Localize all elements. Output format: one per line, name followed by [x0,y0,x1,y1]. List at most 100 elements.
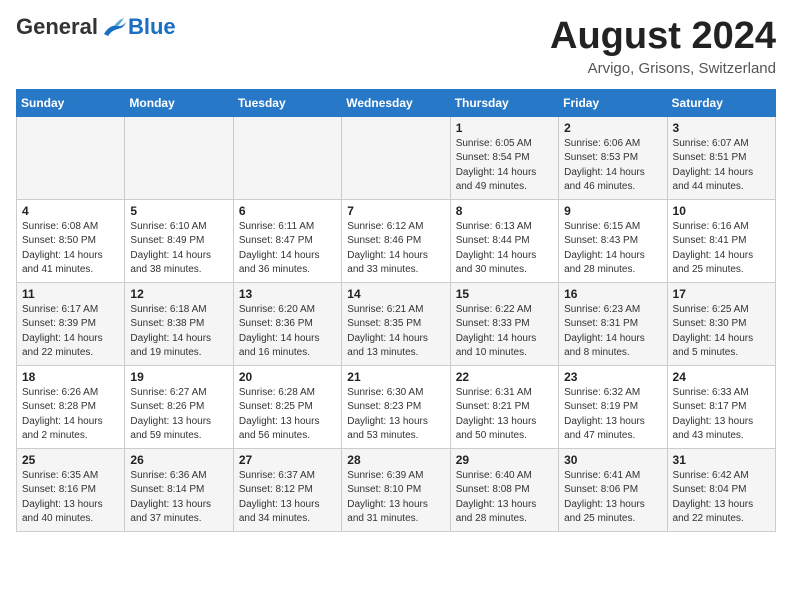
day-number: 26 [130,453,227,467]
calendar-cell: 18 Sunrise: 6:26 AMSunset: 8:28 PMDayligh… [17,365,125,448]
day-info: Sunrise: 6:40 AMSunset: 8:08 PMDaylight:… [456,469,553,527]
day-info: Sunrise: 6:27 AMSunset: 8:26 PMDaylight:… [130,386,227,444]
calendar-week-row: 25 Sunrise: 6:35 AMSunset: 8:16 PMDayligh… [17,448,776,531]
calendar-cell: 7Sunrise: 6:12 AMSunset: 8:46 PMDaylight… [342,199,450,282]
day-number: 5 [130,204,227,218]
day-number: 14 [347,287,444,301]
day-number: 4 [22,204,119,218]
day-number: 12 [130,287,227,301]
calendar-week-row: 1 Sunrise: 6:05 AMSunset: 8:54 PMDaylight… [17,116,776,199]
day-info: Sunrise: 6:21 AMSunset: 8:35 PMDaylight:… [347,303,444,361]
calendar-cell: 27 Sunrise: 6:37 AMSunset: 8:12 PMDayligh… [233,448,341,531]
calendar-cell: 1 Sunrise: 6:05 AMSunset: 8:54 PMDaylight… [450,116,558,199]
header: General Blue August 2024 Arvigo, Grisons… [16,16,776,77]
day-info: Sunrise: 6:32 AMSunset: 8:19 PMDaylight:… [564,386,661,444]
calendar-cell: 31 Sunrise: 6:42 AMSunset: 8:04 PMDayligh… [667,448,775,531]
location-subtitle: Arvigo, Grisons, Switzerland [550,60,776,77]
day-number: 19 [130,370,227,384]
day-number: 20 [239,370,336,384]
day-number: 31 [673,453,770,467]
day-number: 2 [564,121,661,135]
day-number: 8 [456,204,553,218]
calendar-cell: 29 Sunrise: 6:40 AMSunset: 8:08 PMDayligh… [450,448,558,531]
day-number: 1 [456,121,553,135]
weekday-header-thursday: Thursday [450,89,558,116]
calendar-cell: 20Sunrise: 6:28 AMSunset: 8:25 PMDayligh… [233,365,341,448]
calendar-cell: 15 Sunrise: 6:22 AMSunset: 8:33 PMDayligh… [450,282,558,365]
calendar-cell [17,116,125,199]
calendar-week-row: 11 Sunrise: 6:17 AMSunset: 8:39 PMDayligh… [17,282,776,365]
calendar-cell: 4 Sunrise: 6:08 AMSunset: 8:50 PMDaylight… [17,199,125,282]
calendar-cell: 30 Sunrise: 6:41 AMSunset: 8:06 PMDayligh… [559,448,667,531]
day-info: Sunrise: 6:16 AMSunset: 8:41 PMDaylight:… [673,220,770,278]
day-number: 21 [347,370,444,384]
day-info: Sunrise: 6:30 AMSunset: 8:23 PMDaylight:… [347,386,444,444]
day-info: Sunrise: 6:17 AMSunset: 8:39 PMDaylight:… [22,303,119,361]
day-number: 15 [456,287,553,301]
day-info: Sunrise: 6:23 AMSunset: 8:31 PMDaylight:… [564,303,661,361]
calendar-cell [125,116,233,199]
day-info: Sunrise: 6:10 AMSunset: 8:49 PMDaylight:… [130,220,227,278]
calendar-cell: 25 Sunrise: 6:35 AMSunset: 8:16 PMDayligh… [17,448,125,531]
calendar-cell: 22Sunrise: 6:31 AMSunset: 8:21 PMDayligh… [450,365,558,448]
day-info: Sunrise: 6:20 AMSunset: 8:36 PMDaylight:… [239,303,336,361]
calendar-cell: 13 Sunrise: 6:20 AMSunset: 8:36 PMDayligh… [233,282,341,365]
day-number: 6 [239,204,336,218]
calendar-week-row: 18 Sunrise: 6:26 AMSunset: 8:28 PMDayligh… [17,365,776,448]
day-number: 11 [22,287,119,301]
day-number: 13 [239,287,336,301]
logo: General Blue [16,16,176,38]
logo-blue-text: Blue [128,16,176,38]
calendar-cell: 6Sunrise: 6:11 AMSunset: 8:47 PMDaylight… [233,199,341,282]
day-info: Sunrise: 6:35 AMSunset: 8:16 PMDaylight:… [22,469,119,527]
month-year-title: August 2024 [550,16,776,58]
day-info: Sunrise: 6:08 AMSunset: 8:50 PMDaylight:… [22,220,119,278]
day-number: 30 [564,453,661,467]
day-info: Sunrise: 6:26 AMSunset: 8:28 PMDaylight:… [22,386,119,444]
day-number: 22 [456,370,553,384]
day-info: Sunrise: 6:22 AMSunset: 8:33 PMDaylight:… [456,303,553,361]
day-info: Sunrise: 6:12 AMSunset: 8:46 PMDaylight:… [347,220,444,278]
calendar-cell: 16 Sunrise: 6:23 AMSunset: 8:31 PMDayligh… [559,282,667,365]
calendar-cell: 9Sunrise: 6:15 AMSunset: 8:43 PMDaylight… [559,199,667,282]
day-number: 23 [564,370,661,384]
calendar-cell: 24 Sunrise: 6:33 AMSunset: 8:17 PMDayligh… [667,365,775,448]
day-info: Sunrise: 6:07 AMSunset: 8:51 PMDaylight:… [673,137,770,195]
day-info: Sunrise: 6:25 AMSunset: 8:30 PMDaylight:… [673,303,770,361]
day-number: 18 [22,370,119,384]
calendar-cell: 23 Sunrise: 6:32 AMSunset: 8:19 PMDayligh… [559,365,667,448]
day-number: 17 [673,287,770,301]
calendar-week-row: 4 Sunrise: 6:08 AMSunset: 8:50 PMDaylight… [17,199,776,282]
calendar-cell: 12 Sunrise: 6:18 AMSunset: 8:38 PMDayligh… [125,282,233,365]
weekday-header-tuesday: Tuesday [233,89,341,116]
day-number: 27 [239,453,336,467]
calendar-cell [342,116,450,199]
day-number: 16 [564,287,661,301]
calendar-cell: 11 Sunrise: 6:17 AMSunset: 8:39 PMDayligh… [17,282,125,365]
calendar-cell: 26Sunrise: 6:36 AMSunset: 8:14 PMDayligh… [125,448,233,531]
calendar-cell: 2Sunrise: 6:06 AMSunset: 8:53 PMDaylight… [559,116,667,199]
calendar-cell: 17 Sunrise: 6:25 AMSunset: 8:30 PMDayligh… [667,282,775,365]
day-info: Sunrise: 6:33 AMSunset: 8:17 PMDaylight:… [673,386,770,444]
calendar-cell: 19 Sunrise: 6:27 AMSunset: 8:26 PMDayligh… [125,365,233,448]
day-info: Sunrise: 6:41 AMSunset: 8:06 PMDaylight:… [564,469,661,527]
logo-bird-icon [100,16,128,38]
weekday-header-monday: Monday [125,89,233,116]
weekday-header-wednesday: Wednesday [342,89,450,116]
calendar-cell: 8 Sunrise: 6:13 AMSunset: 8:44 PMDaylight… [450,199,558,282]
day-number: 29 [456,453,553,467]
day-info: Sunrise: 6:18 AMSunset: 8:38 PMDaylight:… [130,303,227,361]
weekday-header-row: SundayMondayTuesdayWednesdayThursdayFrid… [17,89,776,116]
weekday-header-saturday: Saturday [667,89,775,116]
day-number: 25 [22,453,119,467]
day-info: Sunrise: 6:15 AMSunset: 8:43 PMDaylight:… [564,220,661,278]
day-info: Sunrise: 6:37 AMSunset: 8:12 PMDaylight:… [239,469,336,527]
weekday-header-friday: Friday [559,89,667,116]
calendar-table: SundayMondayTuesdayWednesdayThursdayFrid… [16,89,776,532]
day-info: Sunrise: 6:13 AMSunset: 8:44 PMDaylight:… [456,220,553,278]
day-info: Sunrise: 6:42 AMSunset: 8:04 PMDaylight:… [673,469,770,527]
calendar-cell: 21 Sunrise: 6:30 AMSunset: 8:23 PMDayligh… [342,365,450,448]
day-info: Sunrise: 6:05 AMSunset: 8:54 PMDaylight:… [456,137,553,195]
day-number: 24 [673,370,770,384]
title-area: August 2024 Arvigo, Grisons, Switzerland [550,16,776,77]
